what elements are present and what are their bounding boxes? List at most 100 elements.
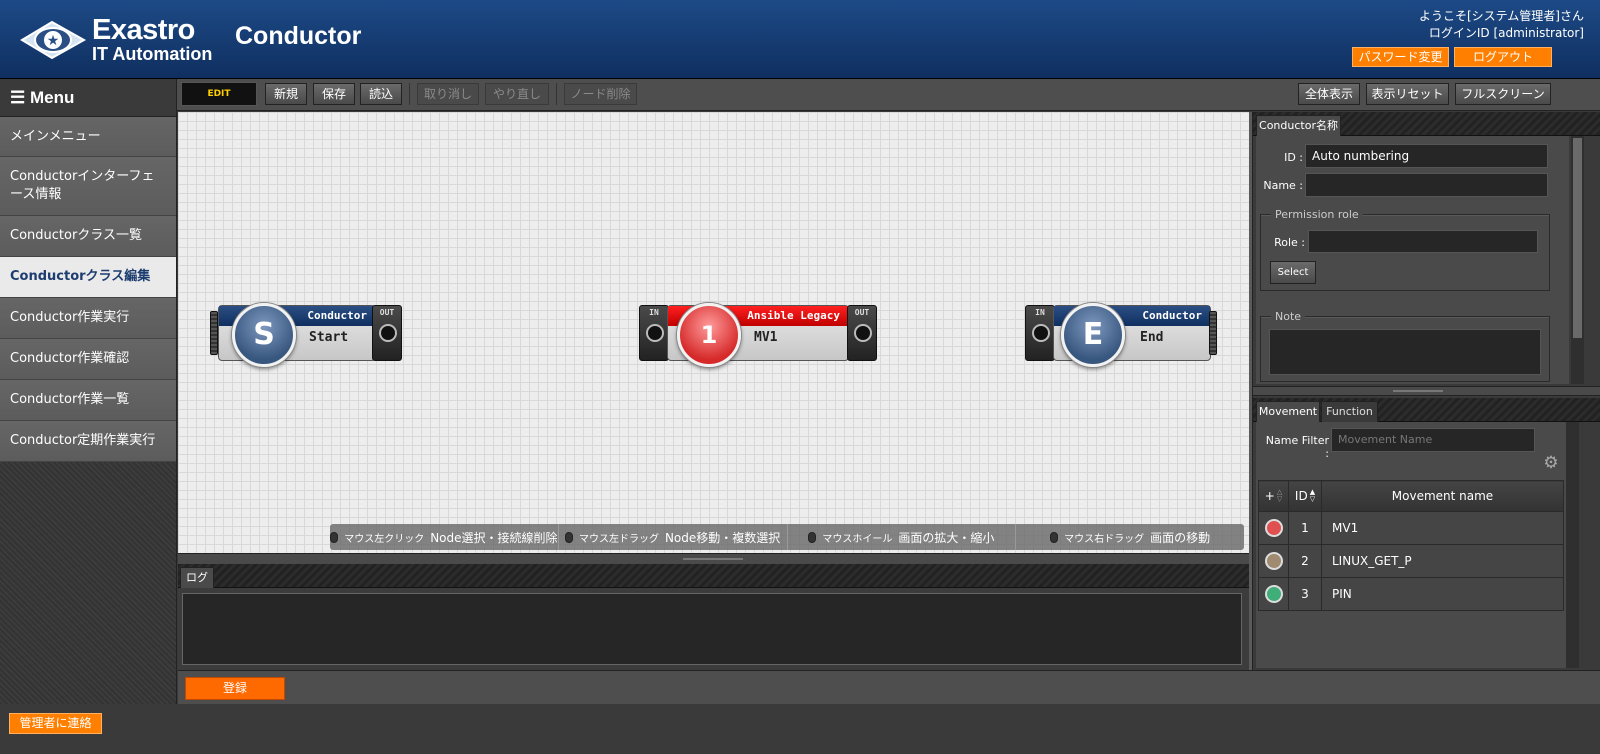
- movement-name-cell: PIN: [1321, 577, 1564, 611]
- sidebar-item-main-menu[interactable]: メインメニュー: [0, 117, 176, 157]
- tab-function[interactable]: Function: [1321, 401, 1378, 422]
- out-terminal-label: OUT: [379, 308, 395, 317]
- log-panel: ログ: [178, 564, 1249, 670]
- name-filter-label: Name Filter :: [1265, 434, 1329, 460]
- hint-wheel: マウスホイール 画面の拡大・縮小: [788, 524, 1017, 550]
- hint-right-drag: マウス右ドラッグ 画面の移動: [1016, 524, 1244, 550]
- node-name: Start: [309, 330, 349, 345]
- note-textarea[interactable]: [1269, 329, 1541, 375]
- show-all-button[interactable]: 全体表示: [1298, 83, 1360, 105]
- sidebar-item-interface-info[interactable]: Conductorインターフェース情報: [0, 157, 176, 216]
- movement-scrollbar[interactable]: [1566, 422, 1579, 668]
- sidebar-item-execute[interactable]: Conductor作業実行: [0, 298, 176, 339]
- save-button[interactable]: 保存: [313, 83, 355, 105]
- property-scrollbar[interactable]: [1571, 136, 1584, 384]
- sidebar-item-class-list[interactable]: Conductorクラス一覧: [0, 216, 176, 257]
- sidebar-item-scheduled[interactable]: Conductor定期作業実行: [0, 421, 176, 462]
- movement-id-cell: 2: [1288, 544, 1322, 578]
- movement-node[interactable]: IN Ansible Legacy MV1 1 OUT: [639, 303, 881, 367]
- sidebar-item-confirm[interactable]: Conductor作業確認: [0, 339, 176, 380]
- movement-table: + △ ▽ ID ▲ ▽ Movement name 1 MV1 2 LINUX_GET_P 3…: [1258, 480, 1564, 611]
- hint-action: マウス左ドラッグ: [578, 533, 659, 545]
- in-terminal[interactable]: IN: [639, 305, 669, 361]
- movement-color-dot: [1264, 552, 1283, 570]
- in-terminal[interactable]: IN: [1025, 305, 1055, 361]
- scrollbar-thumb[interactable]: [1573, 138, 1582, 338]
- user-info: ようこそ[システム管理者]さん ログインID [administrator]: [1419, 8, 1584, 42]
- out-terminal-connector[interactable]: [379, 324, 397, 342]
- logout-button[interactable]: ログアウト: [1454, 47, 1552, 67]
- sort-icon: △ ▽: [1276, 488, 1283, 504]
- name-field[interactable]: [1305, 173, 1548, 197]
- register-bar: 登録: [178, 670, 1600, 704]
- new-button[interactable]: 新規: [265, 83, 307, 105]
- column-add[interactable]: + △ ▽: [1258, 480, 1289, 512]
- role-label: Role :: [1274, 236, 1305, 249]
- mode-badge: EDIT: [181, 82, 257, 106]
- movement-row[interactable]: 1 MV1: [1258, 511, 1564, 545]
- gear-icon[interactable]: ⚙: [1542, 454, 1560, 472]
- out-terminal[interactable]: OUT: [372, 305, 402, 361]
- permission-legend: Permission role: [1271, 208, 1363, 221]
- in-terminal-connector[interactable]: [646, 324, 664, 342]
- redo-button[interactable]: やり直し: [485, 83, 549, 105]
- id-field: Auto numbering: [1305, 144, 1548, 168]
- tab-movement[interactable]: Movement: [1256, 401, 1320, 422]
- note-fieldset: Note: [1260, 310, 1550, 382]
- load-button[interactable]: 読込: [360, 83, 402, 105]
- toolbar-separator: [409, 83, 410, 105]
- node-grip[interactable]: [210, 311, 218, 355]
- logo-subtitle: IT Automation: [92, 44, 213, 64]
- exastro-logo[interactable]: ★ Exastro IT Automation: [18, 14, 218, 66]
- password-change-button[interactable]: パスワード変更: [1352, 47, 1449, 67]
- column-id[interactable]: ID ▲ ▽: [1288, 480, 1322, 512]
- hint-desc: Node選択・接続線削除: [430, 530, 558, 545]
- hint-left-click: マウス左クリック Node選択・接続線削除: [330, 524, 559, 550]
- out-terminal[interactable]: OUT: [847, 305, 877, 361]
- sidebar-item-class-edit[interactable]: Conductorクラス編集: [0, 257, 176, 298]
- movement-row[interactable]: 3 PIN: [1258, 577, 1564, 611]
- tab-conductor-name[interactable]: Conductor名称: [1256, 115, 1341, 136]
- canvas-log-splitter[interactable]: [178, 553, 1249, 564]
- delete-node-button[interactable]: ノード削除: [564, 83, 637, 105]
- start-node[interactable]: Conductor Start S OUT: [210, 303, 406, 367]
- out-terminal-label: OUT: [854, 308, 870, 317]
- movement-color-dot: [1264, 585, 1283, 603]
- plus-label: +: [1264, 488, 1275, 503]
- register-button[interactable]: 登録: [185, 677, 285, 700]
- hint-desc: Node移動・複数選択: [664, 530, 781, 545]
- select-role-button[interactable]: Select: [1270, 261, 1316, 284]
- movement-name-cell: MV1: [1321, 511, 1564, 545]
- movement-table-body: 1 MV1 2 LINUX_GET_P 3 PIN: [1258, 511, 1564, 611]
- mouse-icon: [330, 531, 339, 543]
- column-movement-name[interactable]: Movement name: [1321, 480, 1564, 512]
- undo-button[interactable]: 取り消し: [417, 83, 479, 105]
- page-title: Conductor: [235, 22, 362, 50]
- movement-name-cell: LINUX_GET_P: [1321, 544, 1564, 578]
- contact-admin-button[interactable]: 管理者に連絡: [9, 713, 102, 734]
- property-tab-strip: Conductor名称: [1253, 112, 1600, 136]
- right-panel: Conductor名称 ID : Auto numbering Name : P…: [1252, 112, 1600, 670]
- tab-log[interactable]: ログ: [180, 567, 214, 588]
- mouse-icon: [564, 531, 573, 543]
- movement-tab-strip: Movement Function: [1253, 398, 1600, 422]
- sidebar: ☰ Menu メインメニュー Conductorインターフェース情報 Condu…: [0, 79, 177, 704]
- menu-title[interactable]: ☰ Menu: [0, 79, 176, 117]
- sidebar-item-list[interactable]: Conductor作業一覧: [0, 380, 176, 421]
- node-grip[interactable]: [1209, 311, 1217, 355]
- movement-name-filter-input[interactable]: Movement Name: [1331, 428, 1535, 452]
- in-terminal-label: IN: [1035, 308, 1045, 317]
- movement-id-cell: 3: [1288, 577, 1322, 611]
- in-terminal-connector[interactable]: [1032, 324, 1050, 342]
- fullscreen-button[interactable]: フルスクリーン: [1455, 83, 1551, 105]
- conductor-canvas[interactable]: Conductor Start S OUT IN Ansible Legacy …: [178, 112, 1249, 553]
- movement-table-header: + △ ▽ ID ▲ ▽ Movement name: [1258, 480, 1564, 512]
- toolbar: EDIT 新規 保存 読込 取り消し やり直し ノード削除 全体表示 表示リセッ…: [177, 79, 1600, 111]
- end-node-symbol: E: [1061, 303, 1125, 367]
- welcome-text: ようこそ[システム管理者]さん: [1418, 9, 1584, 23]
- movement-row[interactable]: 2 LINUX_GET_P: [1258, 544, 1564, 578]
- right-panel-splitter[interactable]: [1253, 386, 1600, 396]
- end-node[interactable]: IN Conductor End E: [1025, 303, 1221, 367]
- out-terminal-connector[interactable]: [854, 324, 872, 342]
- reset-view-button[interactable]: 表示リセット: [1366, 83, 1449, 105]
